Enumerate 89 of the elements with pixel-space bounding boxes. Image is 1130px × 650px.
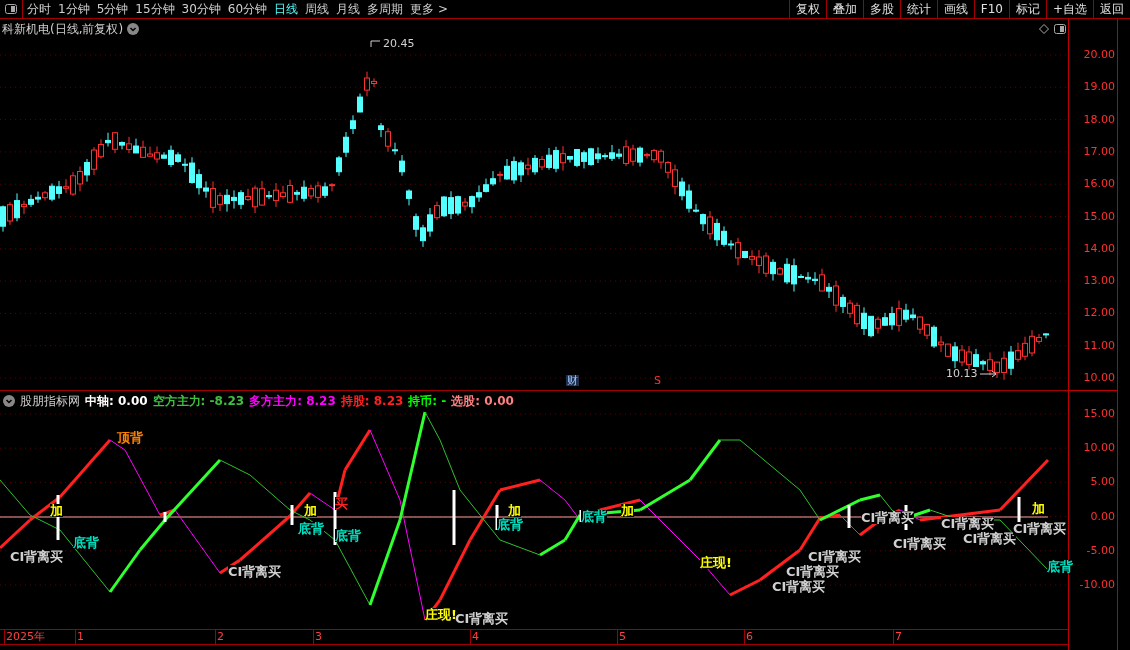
price-axis-label: 11.00 xyxy=(1083,339,1115,351)
toolbar-button[interactable]: 叠加 xyxy=(825,0,863,18)
price-axis-label: 19.00 xyxy=(1083,81,1115,93)
high-price-label: 20.45 xyxy=(383,38,415,49)
signal-label: CI背离买 xyxy=(228,565,282,578)
period-tab[interactable]: 多周期 xyxy=(367,3,404,15)
time-axis-label: 4 xyxy=(470,630,479,644)
indicator-value: 持股: 8.23 xyxy=(340,392,404,410)
signal-label: 底背 xyxy=(497,518,523,531)
indicator-name: 股朋指标网 xyxy=(20,393,80,410)
time-axis-label: 6 xyxy=(744,630,753,644)
low-price-label: 10.13 xyxy=(946,368,978,379)
signal-label: 加 xyxy=(621,504,634,517)
indicator-axis-label: -5.00 xyxy=(1086,544,1115,556)
toolbar-button[interactable]: 标记 xyxy=(1008,0,1046,18)
signal-label: 加 xyxy=(1032,502,1045,515)
chevron-down-icon[interactable] xyxy=(3,395,15,407)
signal-label: 买 xyxy=(335,497,348,510)
indicator-axis-label: -10.00 xyxy=(1079,579,1115,590)
toolbar-button[interactable]: 统计 xyxy=(899,0,937,18)
period-tab[interactable]: 更多 > xyxy=(410,3,448,15)
indicator-value: 持币: - xyxy=(408,392,447,410)
signal-label: CI背离买 xyxy=(786,565,840,578)
signal-label: CI背离买 xyxy=(455,612,509,625)
price-axis-label: 10.00 xyxy=(1083,372,1115,383)
period-tab[interactable]: 日线 xyxy=(274,3,299,15)
indicator-axis-label: 15.00 xyxy=(1083,408,1115,419)
period-tab[interactable]: 30分钟 xyxy=(181,3,221,15)
signal-label: CI背离买 xyxy=(10,550,64,563)
toolbar-button[interactable]: 返回 xyxy=(1093,0,1130,18)
panel-toggle-icon[interactable] xyxy=(1054,24,1066,34)
indicator-axis-label: 5.00 xyxy=(1090,476,1115,488)
time-axis-label: 3 xyxy=(313,630,322,644)
period-tab[interactable]: 周线 xyxy=(305,3,330,15)
diamond-icon[interactable] xyxy=(1039,24,1049,34)
toolbar-button[interactable]: +自选 xyxy=(1045,0,1093,18)
signal-label: 加 xyxy=(508,504,521,517)
period-tab[interactable]: 月线 xyxy=(336,3,361,15)
time-axis-label: 5 xyxy=(617,630,626,644)
candle xyxy=(406,188,412,206)
finance-marker[interactable]: 财 xyxy=(566,375,579,386)
period-tab[interactable]: 5分钟 xyxy=(96,3,129,15)
signal-label: 庄现! xyxy=(700,556,732,569)
indicator-value: 空方主力: -8.23 xyxy=(152,392,245,410)
signal-label: 底背 xyxy=(298,522,324,535)
period-tab[interactable]: 60分钟 xyxy=(227,3,268,15)
price-axis-label: 20.00 xyxy=(1083,49,1115,60)
signal-label: 底背 xyxy=(581,510,607,523)
signal-label: CI背离买 xyxy=(861,511,915,524)
period-tab[interactable]: 15分钟 xyxy=(135,3,175,15)
signal-marker[interactable]: S xyxy=(653,375,662,386)
time-axis-label: 2 xyxy=(215,630,224,644)
indicator-value: 中轴: 0.00 xyxy=(85,392,148,410)
price-axis-label: 18.00 xyxy=(1083,113,1115,125)
signal-label: CI背离买 xyxy=(1013,522,1067,535)
signal-label: 底背 xyxy=(335,529,361,542)
low-pointer-icon xyxy=(979,370,997,378)
signal-label: 底背 xyxy=(73,536,99,549)
chevron-down-icon[interactable] xyxy=(127,23,140,35)
indicator-value: 多方主力: 8.23 xyxy=(249,392,336,410)
signal-label: CI背离买 xyxy=(772,580,826,593)
price-axis-label: 15.00 xyxy=(1083,210,1115,222)
period-tab[interactable]: 1分钟 xyxy=(58,3,90,15)
price-axis-label: 13.00 xyxy=(1083,275,1115,287)
toolbar-button[interactable]: 复权 xyxy=(788,0,826,18)
indicator-axis-label: 10.00 xyxy=(1083,442,1115,454)
toolbar-button[interactable]: F10 xyxy=(973,0,1009,18)
panel-toggle-icon[interactable] xyxy=(5,4,17,14)
signal-label: 底背 xyxy=(1047,560,1073,573)
indicator-axis-label: 0.00 xyxy=(1090,510,1115,522)
price-axis-label: 12.00 xyxy=(1083,307,1115,319)
time-axis-label: 7 xyxy=(893,630,902,644)
toolbar-button[interactable]: 画线 xyxy=(936,0,974,18)
chart-title: 科新机电(日线,前复权) xyxy=(2,21,124,38)
signal-label: CI背离买 xyxy=(941,517,995,530)
price-axis-label: 16.00 xyxy=(1083,178,1115,190)
signal-label: 顶背 xyxy=(117,431,143,444)
signal-label: 加 xyxy=(304,504,317,517)
period-tab[interactable]: 分时 xyxy=(27,3,51,15)
time-axis-label: 2025年 xyxy=(4,630,45,644)
time-axis-label: 1 xyxy=(75,630,84,644)
signal-label: 加 xyxy=(50,504,63,517)
indicator-value: 选股: 0.00 xyxy=(451,392,514,410)
toolbar-button[interactable]: 多股 xyxy=(862,0,900,18)
price-axis-label: 17.00 xyxy=(1083,145,1115,157)
price-axis-label: 14.00 xyxy=(1083,242,1115,254)
high-pointer-icon xyxy=(370,40,381,48)
signal-label: CI背离买 xyxy=(893,537,947,550)
signal-label: CI背离买 xyxy=(808,550,862,563)
